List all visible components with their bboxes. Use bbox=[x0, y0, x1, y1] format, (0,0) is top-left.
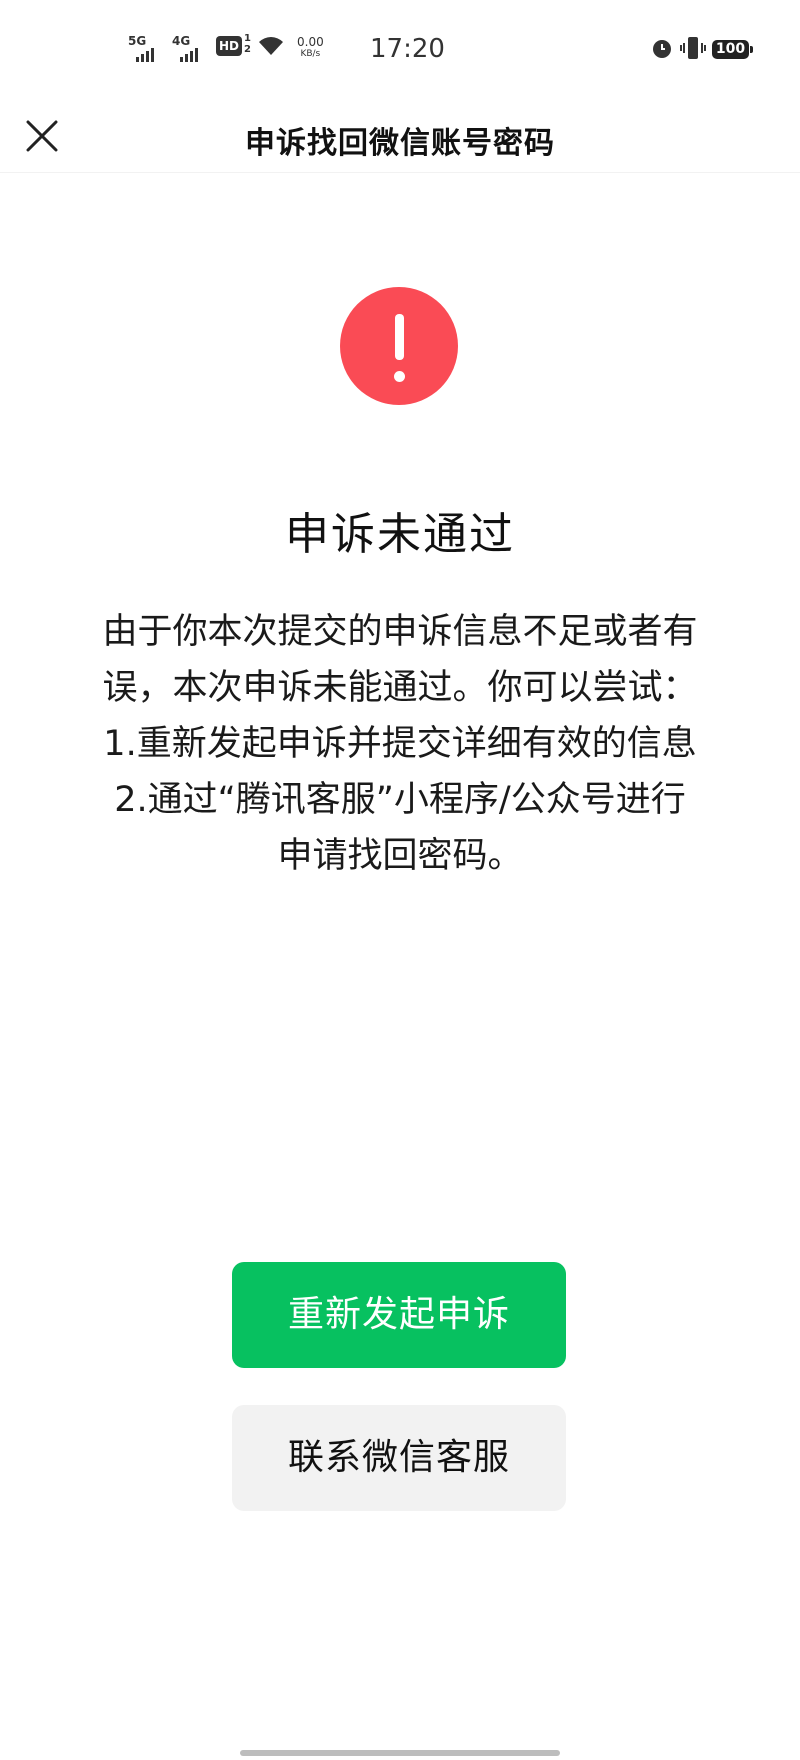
description-line: 2.通过“腾讯客服”小程序/公众号进行 bbox=[114, 780, 686, 820]
nav-bar: 申诉找回微信账号密码 bbox=[0, 100, 800, 173]
net-speed: 0.00 KB/s bbox=[297, 36, 324, 60]
contact-support-button[interactable]: 联系微信客服 bbox=[232, 1405, 566, 1511]
status-time: 17:20 bbox=[370, 34, 445, 64]
description-line: 由于你本次提交的申诉信息不足或者有 bbox=[102, 612, 698, 652]
reappeal-button[interactable]: 重新发起申诉 bbox=[232, 1262, 566, 1368]
vibrate-icon bbox=[680, 37, 706, 59]
battery-icon: 100 bbox=[712, 40, 753, 59]
hd-badge: HD bbox=[216, 36, 242, 56]
home-indicator[interactable] bbox=[240, 1750, 560, 1756]
hd-sim-2: 2 bbox=[244, 44, 251, 55]
alarm-icon bbox=[653, 40, 671, 58]
signal-label: 4G bbox=[172, 34, 191, 48]
description-line: 申请找回密码。 bbox=[277, 836, 523, 876]
hd-sim-label: 1 2 bbox=[244, 33, 251, 55]
description-line: 误，本次申诉未能通过。你可以尝试： bbox=[102, 668, 698, 708]
status-bar: 5G 4G HD 1 2 0.00 KB/s 17:20 100 bbox=[0, 0, 800, 100]
signal-label: 5G bbox=[128, 34, 147, 48]
page-title: 申诉找回微信账号密码 bbox=[245, 126, 555, 161]
description-line: 1.重新发起申诉并提交详细有效的信息 bbox=[103, 724, 697, 764]
result-description: 由于你本次提交的申诉信息不足或者有 误，本次申诉未能通过。你可以尝试： 1.重新… bbox=[60, 604, 740, 884]
wifi-icon bbox=[259, 37, 283, 55]
net-speed-value: 0.00 bbox=[297, 35, 324, 49]
alert-icon bbox=[340, 287, 458, 405]
result-title: 申诉未通过 bbox=[285, 509, 515, 560]
hd-sim-1: 1 bbox=[244, 33, 251, 44]
net-speed-unit: KB/s bbox=[300, 49, 321, 59]
